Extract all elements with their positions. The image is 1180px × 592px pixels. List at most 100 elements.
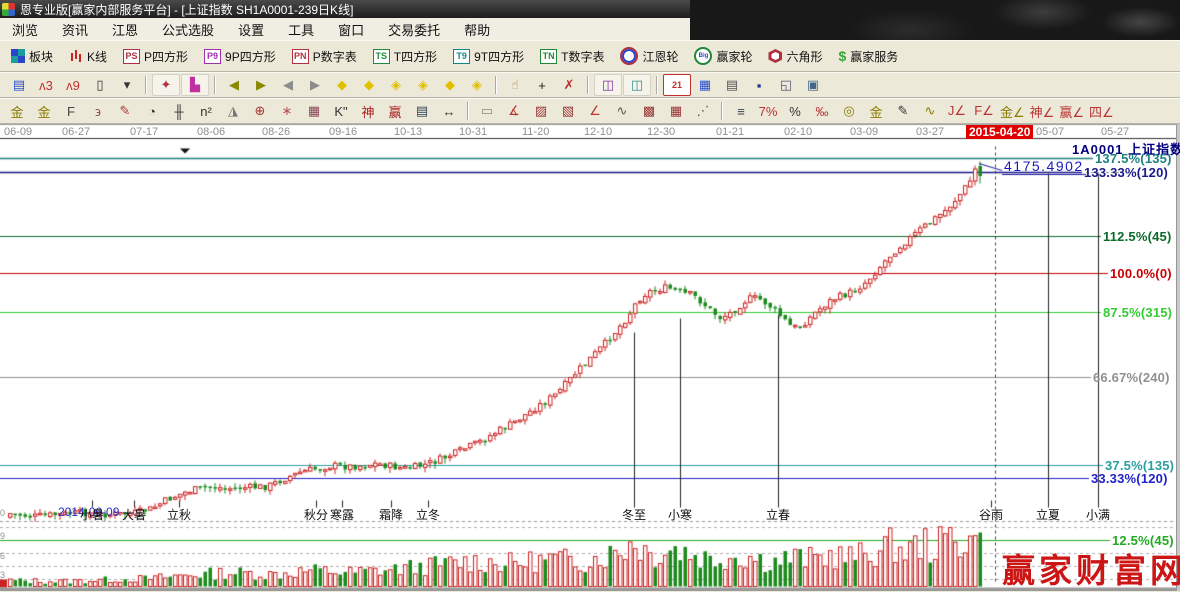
shen-angle-icon[interactable]: 神∠ xyxy=(1028,101,1057,121)
f-angle-icon[interactable]: F∠ xyxy=(971,101,997,121)
toolbar-button-六角形[interactable]: 六角形 xyxy=(761,46,829,67)
diamond-hv-icon[interactable]: ◆ xyxy=(437,75,463,95)
hand-icon[interactable]: ☝ xyxy=(502,75,528,95)
copy-icon[interactable]: ◱ xyxy=(773,75,799,95)
toolbar-button-赢家轮[interactable]: Big赢家轮 xyxy=(687,45,759,67)
toolbar-separator xyxy=(656,76,658,94)
notes-icon[interactable]: ▤ xyxy=(6,75,32,95)
diamond-h-icon[interactable]: ◈ xyxy=(383,75,409,95)
gann-window-icon[interactable]: ◫ xyxy=(594,74,622,96)
next-bar-icon[interactable]: ▶ xyxy=(302,75,328,95)
computer-icon[interactable]: ▣ xyxy=(800,75,826,95)
fan-box-icon[interactable]: ▨ xyxy=(528,101,554,121)
pin-icon[interactable]: ✗ xyxy=(556,75,582,95)
square-grid-icon[interactable]: ▦ xyxy=(301,101,327,121)
app-window: 恩专业版[赢家内部服务平台] - [上证指数 SH1A0001-239日K线] … xyxy=(0,0,1180,591)
diamond-grid-icon[interactable]: ◈ xyxy=(464,75,490,95)
wolf-logo-icon[interactable]: ✦ xyxy=(152,74,180,96)
toolbar-button-9T四方形[interactable]: T99T四方形 xyxy=(446,46,531,67)
pctline-icon[interactable]: ‰ xyxy=(809,101,835,121)
toolbar-button-赢家服务[interactable]: $赢家服务 xyxy=(832,46,906,67)
toolbar-button-label: 江恩轮 xyxy=(642,48,678,65)
menu-item-5[interactable]: 工具 xyxy=(276,18,326,41)
toolbar-button-P四方形[interactable]: PSP四方形 xyxy=(116,46,195,67)
toolbar-button-T四方形[interactable]: TST四方形 xyxy=(366,46,444,67)
diamond-left-icon[interactable]: ◆ xyxy=(329,75,355,95)
toolbar-button-P数字表[interactable]: PNP数字表 xyxy=(285,46,364,67)
first-bar-icon[interactable]: ◀ xyxy=(221,75,247,95)
toolbar-button-label: 板块 xyxy=(29,48,53,65)
crosshair-icon[interactable]: + xyxy=(529,75,555,95)
last-bar-icon[interactable]: ▶ xyxy=(248,75,274,95)
box-tool-icon[interactable]: ▭ xyxy=(474,101,500,121)
pct7-icon[interactable]: 7% xyxy=(755,101,781,121)
menu-item-7[interactable]: 交易委托 xyxy=(376,18,452,41)
wave-gold-icon[interactable]: ∿ xyxy=(917,101,943,121)
dropdown-icon[interactable]: ▾ xyxy=(114,75,140,95)
toolbar-button-label: P数字表 xyxy=(313,48,357,65)
diamond-v-icon[interactable]: ◈ xyxy=(410,75,436,95)
f-ruler-icon[interactable]: F xyxy=(58,101,84,121)
pct-icon[interactable]: % xyxy=(782,101,808,121)
brush2-icon[interactable]: ✎ xyxy=(890,101,916,121)
shen-grid-icon[interactable]: 神 xyxy=(355,101,381,121)
calculator-icon[interactable]: ▦ xyxy=(692,75,718,95)
toolbar-button-9P四方形[interactable]: P99P四方形 xyxy=(197,46,283,67)
angle-line-icon[interactable]: ∠ xyxy=(582,101,608,121)
comb-icon[interactable]: ╫ xyxy=(166,101,192,121)
toolbar-button-label: 六角形 xyxy=(786,48,822,65)
gold-square2-icon[interactable]: 金 xyxy=(31,101,57,121)
menu-item-1[interactable]: 资讯 xyxy=(50,18,100,41)
menu-item-0[interactable]: 浏览 xyxy=(0,18,50,41)
price-scale-icon[interactable]: ≡ xyxy=(728,101,754,121)
ruler123-icon[interactable]: ▤ xyxy=(409,101,435,121)
n2-icon[interactable]: n² xyxy=(193,101,219,121)
calendar-icon[interactable]: 21 xyxy=(663,74,691,96)
menu-item-3[interactable]: 公式选股 xyxy=(150,18,226,41)
circle-cross-icon[interactable]: ⊕ xyxy=(247,101,273,121)
kline-chart-canvas[interactable] xyxy=(0,124,1180,591)
fan-icon[interactable]: ∡ xyxy=(501,101,527,121)
notepad-icon[interactable]: ▤ xyxy=(719,75,745,95)
grid-red-icon[interactable]: ▩ xyxy=(636,101,662,121)
gold-circle-icon[interactable]: ◎ xyxy=(836,101,862,121)
gold-angle-icon[interactable]: 金∠ xyxy=(998,101,1027,121)
si-angle-icon[interactable]: 四∠ xyxy=(1087,101,1116,121)
brush-icon[interactable]: ✎ xyxy=(112,101,138,121)
chart3-icon[interactable]: ʌ3 xyxy=(33,75,59,95)
candle-style-icon[interactable]: ▯ xyxy=(87,75,113,95)
grid-red2-icon[interactable]: ▦ xyxy=(663,101,689,121)
clock-icon[interactable]: ◔ xyxy=(139,101,165,121)
menu-item-4[interactable]: 设置 xyxy=(226,18,276,41)
spiral-icon[interactable]: ϶ xyxy=(85,101,111,121)
wave-window-icon[interactable]: ◫ xyxy=(623,74,651,96)
toolbar-button-T数字表[interactable]: TNT数字表 xyxy=(533,46,611,67)
menu-item-8[interactable]: 帮助 xyxy=(452,18,502,41)
mirror-angle-icon[interactable]: ◮ xyxy=(220,101,246,121)
menu-item-2[interactable]: 江恩 xyxy=(100,18,150,41)
diamond-right-icon[interactable]: ◆ xyxy=(356,75,382,95)
prev-bar-icon[interactable]: ◀ xyxy=(275,75,301,95)
k-note-icon[interactable]: K" xyxy=(328,101,354,121)
color-chart-icon[interactable]: ▙ xyxy=(181,74,209,96)
menu-item-6[interactable]: 窗口 xyxy=(326,18,376,41)
toolbar-button-K线[interactable]: K线 xyxy=(62,46,114,67)
zigzag-icon[interactable]: ∿ xyxy=(609,101,635,121)
gold-line-icon[interactable]: 金 xyxy=(863,101,889,121)
letter-icon: PS xyxy=(123,49,140,64)
hspan-icon[interactable]: ↔ xyxy=(436,101,462,121)
ying-angle-icon[interactable]: 赢∠ xyxy=(1057,101,1086,121)
toolbar-button-板块[interactable]: 板块 xyxy=(4,46,60,67)
dollar-icon: $ xyxy=(839,48,847,64)
j-angle-icon[interactable]: J∠ xyxy=(944,101,970,121)
ying-grid-icon[interactable]: 赢 xyxy=(382,101,408,121)
chart9-icon[interactable]: ʌ9 xyxy=(60,75,86,95)
menu-bar: 浏览资讯江恩公式选股设置工具窗口交易委托帮助 xyxy=(0,18,690,40)
toolbar-button-label: 赢家轮 xyxy=(716,48,752,65)
gold-square-icon[interactable]: 金 xyxy=(4,101,30,121)
save-icon[interactable]: ▪ xyxy=(746,75,772,95)
fan-box2-icon[interactable]: ▧ xyxy=(555,101,581,121)
star-grid-icon[interactable]: ∗ xyxy=(274,101,300,121)
parallel-icon[interactable]: ⋰ xyxy=(690,101,716,121)
toolbar-button-江恩轮[interactable]: 江恩轮 xyxy=(613,45,685,67)
